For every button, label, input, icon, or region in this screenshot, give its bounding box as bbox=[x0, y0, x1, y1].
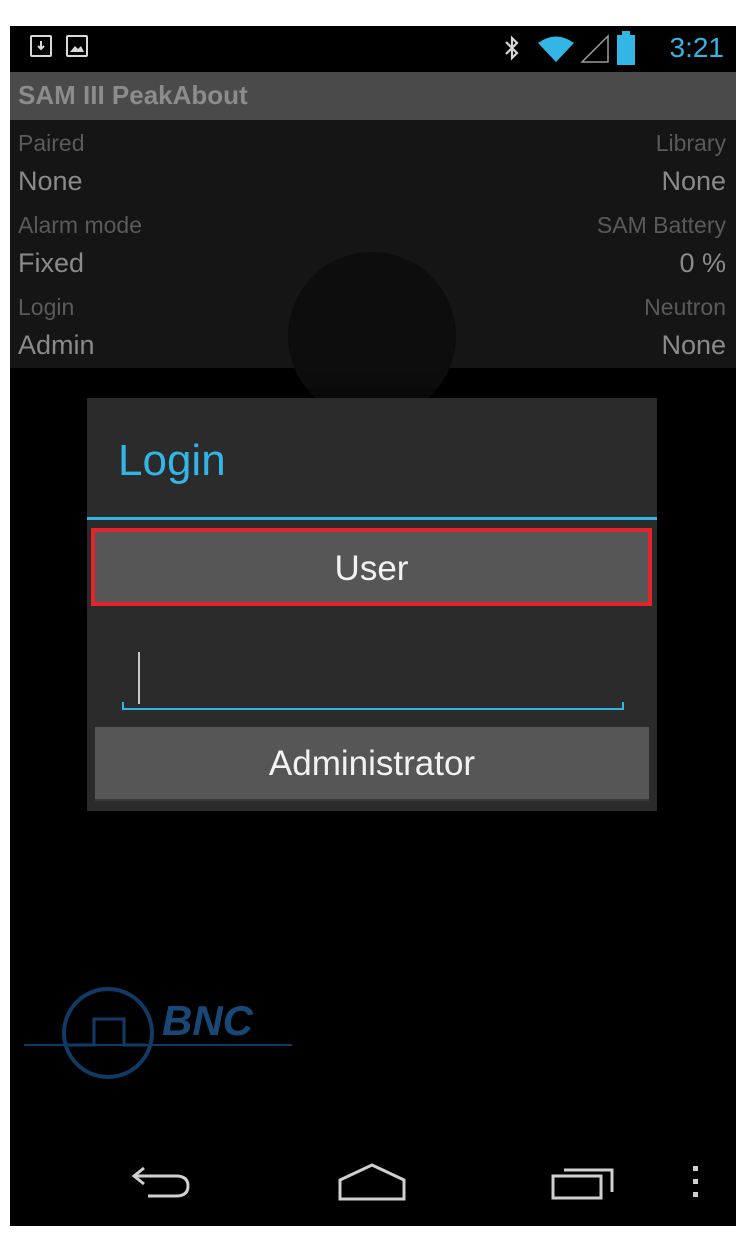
navigation-bar bbox=[10, 1136, 736, 1226]
field-corner-left bbox=[122, 702, 124, 710]
status-info-panel: Paired None Library None Alarm mode Fixe… bbox=[10, 120, 736, 420]
action-bar: SAM III PeakAbout bbox=[10, 72, 736, 120]
download-icon bbox=[30, 35, 52, 57]
recent-apps-icon[interactable] bbox=[550, 1164, 616, 1200]
logo-text: BNC bbox=[162, 997, 254, 1044]
wifi-icon bbox=[538, 36, 574, 62]
clock: 3:21 bbox=[669, 32, 725, 63]
neutron-label: Neutron bbox=[644, 294, 726, 320]
text-cursor bbox=[138, 652, 140, 704]
bnc-logo: BNC bbox=[22, 981, 302, 1091]
status-bar: 3:21 bbox=[10, 26, 736, 72]
sam-battery-value: 0 % bbox=[679, 248, 726, 278]
administrator-button[interactable]: Administrator bbox=[95, 727, 649, 801]
alarm-mode-label: Alarm mode bbox=[18, 212, 142, 238]
bluetooth-icon bbox=[505, 35, 519, 61]
field-corner-right bbox=[622, 702, 624, 710]
paired-value: None bbox=[18, 166, 83, 196]
user-button[interactable]: User bbox=[91, 528, 652, 606]
title-divider bbox=[87, 517, 657, 520]
paired-label: Paired bbox=[18, 130, 85, 156]
dialog-title: Login bbox=[118, 436, 226, 485]
alarm-mode-value: Fixed bbox=[18, 248, 85, 278]
library-value: None bbox=[661, 166, 726, 196]
home-icon[interactable] bbox=[336, 1162, 408, 1202]
status-indicator bbox=[288, 252, 456, 420]
signal-icon bbox=[580, 34, 609, 63]
login-dialog: Login User Administrator bbox=[87, 398, 657, 811]
image-icon bbox=[66, 35, 88, 57]
overflow-menu-icon[interactable] bbox=[690, 1164, 702, 1200]
login-label: Login bbox=[18, 294, 75, 320]
login-value: Admin bbox=[18, 330, 95, 360]
password-field[interactable] bbox=[122, 652, 624, 714]
back-icon[interactable] bbox=[130, 1164, 194, 1200]
phone-screen: 3:21 SAM III PeakAbout Paired None Libra… bbox=[10, 26, 736, 1226]
app-title: SAM III PeakAbout bbox=[18, 80, 248, 110]
field-underline bbox=[122, 708, 624, 710]
neutron-value: None bbox=[661, 330, 726, 360]
battery-icon bbox=[617, 31, 635, 65]
library-label: Library bbox=[655, 130, 726, 156]
sam-battery-label: SAM Battery bbox=[596, 212, 726, 238]
